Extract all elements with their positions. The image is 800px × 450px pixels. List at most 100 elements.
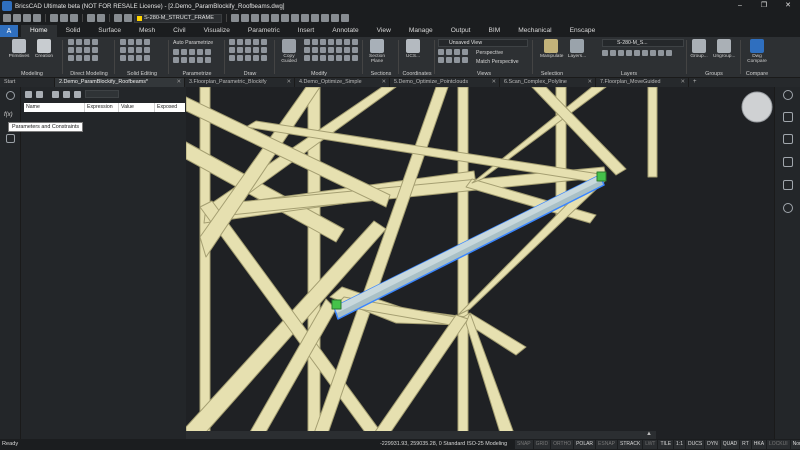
radius-constraint-icon[interactable] <box>189 57 195 63</box>
tab-solid[interactable]: Solid <box>57 25 90 37</box>
parallel-icon[interactable] <box>181 49 187 55</box>
coincident-icon[interactable] <box>173 49 179 55</box>
rotate-icon[interactable] <box>320 39 326 45</box>
mirror-icon[interactable] <box>328 39 334 45</box>
color-icon[interactable] <box>241 14 249 22</box>
parameters-search-input[interactable] <box>88 91 116 97</box>
line-icon[interactable] <box>229 39 235 45</box>
separate-icon[interactable] <box>136 47 142 53</box>
columns-icon[interactable] <box>74 90 81 98</box>
view-front-icon[interactable] <box>446 49 452 55</box>
layer-states-icon[interactable] <box>231 14 239 22</box>
visual-style-icon[interactable] <box>271 14 279 22</box>
intersect-icon[interactable] <box>136 39 142 45</box>
imprint-icon[interactable] <box>84 55 90 61</box>
shell-icon[interactable] <box>128 47 134 53</box>
array-icon[interactable] <box>352 39 358 45</box>
xline-icon[interactable] <box>229 55 235 61</box>
layer-combo[interactable]: S-280-M_STRUCT_FRAME <box>134 13 222 23</box>
fillet-2d-icon[interactable] <box>328 47 334 53</box>
toggle-ortho[interactable]: ORTHO <box>551 440 574 449</box>
linetype-icon[interactable] <box>251 14 259 22</box>
layer-prev-icon[interactable] <box>642 50 648 56</box>
toggle-polar[interactable]: POLAR <box>574 440 596 449</box>
scale-icon[interactable] <box>336 39 342 45</box>
layer-delete-icon[interactable] <box>666 50 672 56</box>
toggle-tile[interactable]: TILE <box>658 440 674 449</box>
properties-panel-icon[interactable] <box>783 112 793 122</box>
tab-annotate[interactable]: Annotate <box>323 25 367 37</box>
text-style[interactable]: Standard <box>443 441 465 447</box>
mass-icon[interactable] <box>144 55 150 61</box>
help-icon[interactable] <box>341 14 349 22</box>
new-file-icon[interactable] <box>3 14 11 22</box>
view-combo[interactable]: Unsaved View <box>438 39 528 47</box>
toggle-quad[interactable]: QUAD <box>720 440 740 449</box>
ungroup-button[interactable]: Ungroup... <box>713 39 735 59</box>
horizontal-scrollbar[interactable]: ▲ <box>186 431 656 439</box>
render-icon[interactable] <box>281 14 289 22</box>
copy-icon[interactable] <box>312 39 318 45</box>
redo-icon[interactable] <box>97 14 105 22</box>
tab-mechanical[interactable]: Mechanical <box>509 25 560 37</box>
creation-button[interactable]: Creation <box>33 39 55 59</box>
stretch-icon[interactable] <box>344 39 350 45</box>
move-face-icon[interactable] <box>76 39 82 45</box>
truss-post[interactable] <box>457 87 469 433</box>
draworder-icon[interactable] <box>352 55 358 61</box>
tab-insert[interactable]: Insert <box>289 25 324 37</box>
ellipse-icon[interactable] <box>237 47 243 53</box>
close-tab-icon[interactable]: ✕ <box>680 78 685 87</box>
clean-icon[interactable] <box>144 47 150 53</box>
column-header-exposed[interactable]: Exposed <box>155 103 185 112</box>
maximize-button[interactable]: ❐ <box>752 0 776 12</box>
chamfer-icon[interactable] <box>68 55 74 61</box>
toggle-snap[interactable]: SNAP <box>515 440 533 449</box>
zoom-window-icon[interactable] <box>446 57 452 63</box>
doc-tab-start[interactable]: Start <box>0 78 55 87</box>
perspective-toggle[interactable]: Perspective <box>476 50 503 56</box>
offset-face-icon[interactable] <box>68 47 74 53</box>
library-panel-icon[interactable] <box>783 157 793 167</box>
view-top-icon[interactable] <box>438 49 444 55</box>
toggle-esnap[interactable]: ESNAP <box>596 440 617 449</box>
explode-icon[interactable] <box>304 55 310 61</box>
structure-panel-icon[interactable] <box>783 180 793 190</box>
parameters-search[interactable] <box>85 90 119 98</box>
scroll-up-icon[interactable]: ▲ <box>646 431 652 437</box>
close-button[interactable]: ✕ <box>776 0 800 12</box>
layers-panel-icon[interactable] <box>783 134 793 144</box>
pan-icon[interactable] <box>454 57 460 63</box>
toggle-rt[interactable]: RT <box>740 440 751 449</box>
layer-on-icon[interactable] <box>114 14 122 22</box>
arc-icon[interactable] <box>253 39 259 45</box>
add-parameter-icon[interactable] <box>25 90 32 98</box>
tab-bim[interactable]: BIM <box>480 25 510 37</box>
properties-icon[interactable] <box>301 14 309 22</box>
boundary-icon[interactable] <box>253 55 259 61</box>
delete-parameter-icon[interactable] <box>36 90 43 98</box>
dwg-compare-button[interactable]: Dwg Compare <box>746 39 768 64</box>
rectangle-icon[interactable] <box>261 39 267 45</box>
perpendicular-icon[interactable] <box>189 49 195 55</box>
tab-manage[interactable]: Manage <box>400 25 442 37</box>
repair-icon[interactable] <box>136 55 142 61</box>
toggle-strack[interactable]: STRACK <box>618 440 643 449</box>
column-header-name[interactable]: Name <box>24 103 85 112</box>
column-header-expression[interactable]: Expression <box>85 103 119 112</box>
match-perspective-button[interactable]: Match Perspective <box>476 59 519 65</box>
polygon-icon[interactable] <box>245 47 251 53</box>
erase-icon[interactable] <box>312 55 318 61</box>
fix-icon[interactable] <box>197 49 203 55</box>
copy-guided-button[interactable]: Copy Guided <box>278 39 300 64</box>
layer-merge-icon[interactable] <box>658 50 664 56</box>
region-icon[interactable] <box>245 55 251 61</box>
open-file-icon[interactable] <box>13 14 21 22</box>
extend-icon[interactable] <box>312 47 318 53</box>
tab-surface[interactable]: Surface <box>89 25 130 37</box>
move-icon[interactable] <box>304 39 310 45</box>
thicken-icon[interactable] <box>92 55 98 61</box>
union-icon[interactable] <box>120 39 126 45</box>
rotate-face-icon[interactable] <box>84 39 90 45</box>
revcloud-icon[interactable] <box>261 55 267 61</box>
